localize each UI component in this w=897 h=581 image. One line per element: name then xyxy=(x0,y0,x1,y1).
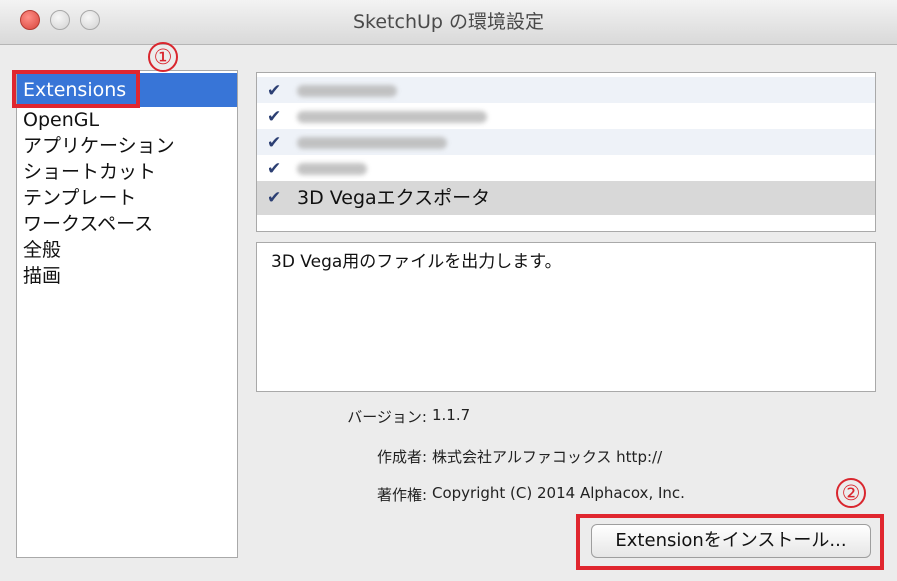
author-value: 株式会社アルファコックス http:// xyxy=(432,448,663,466)
preferences-sidebar: Extensions OpenGL アプリケーション ショートカット テンプレー… xyxy=(16,70,238,558)
sidebar-item-general[interactable]: 全般 xyxy=(23,237,61,263)
extension-row[interactable]: ✔ xyxy=(257,155,875,181)
version-label: バージョン: xyxy=(347,408,427,426)
extension-row[interactable]: ✔ xyxy=(257,103,875,129)
title-bar: SketchUp の環境設定 xyxy=(0,0,897,45)
sidebar-item-drawing[interactable]: 描画 xyxy=(23,263,61,289)
copyright-value: Copyright (C) 2014 Alphacox, Inc. xyxy=(432,484,685,502)
annotation-number-1: ① xyxy=(148,42,178,72)
extension-description-box: 3D Vega用のファイルを出力します。 xyxy=(256,242,876,392)
extension-list: ✔ ✔ ✔ ✔ ✔ 3D Vegaエクスポータ xyxy=(256,72,876,232)
obscured-extension-name xyxy=(297,111,487,123)
sidebar-item-opengl[interactable]: OpenGL xyxy=(23,107,99,133)
window-title: SketchUp の環境設定 xyxy=(352,11,545,33)
annotation-box-1 xyxy=(12,70,140,108)
obscured-extension-name xyxy=(297,137,447,149)
checkbox-checked-icon[interactable]: ✔ xyxy=(267,161,283,178)
extension-description: 3D Vega用のファイルを出力します。 xyxy=(271,252,562,272)
install-extension-button[interactable]: Extensionをインストール... xyxy=(591,524,871,558)
preferences-window: SketchUp の環境設定 Extensions OpenGL アプリケーショ… xyxy=(0,0,897,581)
checkbox-checked-icon[interactable]: ✔ xyxy=(267,135,283,152)
extension-row-selected[interactable]: ✔ 3D Vegaエクスポータ xyxy=(257,181,875,215)
sidebar-item-workspace[interactable]: ワークスペース xyxy=(23,211,153,237)
checkbox-checked-icon[interactable]: ✔ xyxy=(267,109,283,126)
sidebar-item-templates[interactable]: テンプレート xyxy=(23,185,136,211)
extension-name: 3D Vegaエクスポータ xyxy=(297,187,491,209)
sidebar-item-application[interactable]: アプリケーション xyxy=(23,133,175,159)
version-value: 1.1.7 xyxy=(432,406,471,424)
annotation-number-2: ② xyxy=(836,478,866,508)
extension-row[interactable]: ✔ xyxy=(257,129,875,155)
copyright-label: 著作権: xyxy=(376,486,427,504)
checkbox-checked-icon[interactable]: ✔ xyxy=(267,83,283,100)
author-label: 作成者: xyxy=(376,448,427,466)
obscured-extension-name xyxy=(297,85,397,97)
sidebar-item-shortcuts[interactable]: ショートカット xyxy=(23,159,156,185)
checkbox-checked-icon[interactable]: ✔ xyxy=(267,190,283,207)
extension-row[interactable]: ✔ xyxy=(257,77,875,103)
obscured-extension-name xyxy=(297,163,367,175)
